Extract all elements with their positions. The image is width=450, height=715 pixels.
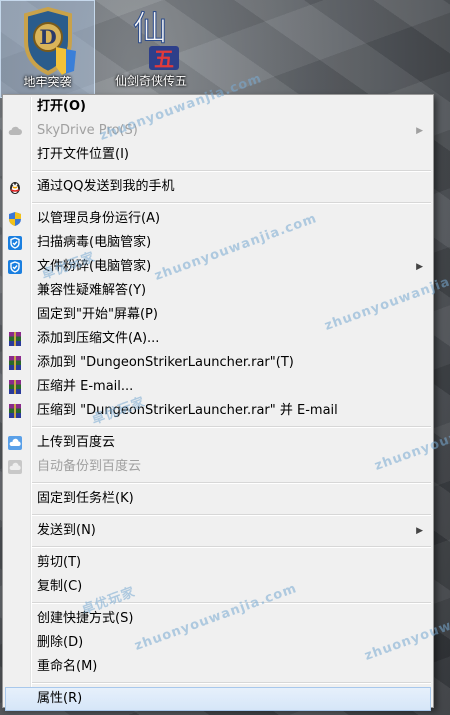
menu-item-发送到[interactable]: 发送到(N) ▶	[3, 519, 433, 543]
menu-item-压缩并-e-mail[interactable]: 压缩并 E-mail...	[3, 375, 433, 399]
menu-item-剪切[interactable]: 剪切(T)	[3, 551, 433, 575]
winrar-icon	[7, 355, 23, 371]
menu-item-属性[interactable]: 属性(R)	[5, 687, 431, 711]
baidu-backup-icon	[7, 459, 23, 475]
menu-item-label: 以管理员身份运行(A)	[37, 211, 161, 226]
menu-item-label: 打开文件位置(I)	[37, 147, 129, 162]
menu-separator	[31, 482, 431, 484]
submenu-arrow-icon: ▶	[416, 126, 423, 136]
menu-separator	[31, 546, 431, 548]
menu-item-添加到压缩文件[interactable]: 添加到压缩文件(A)...	[3, 327, 433, 351]
uac-shield-icon	[7, 211, 23, 227]
menu-item-label: 通过QQ发送到我的手机	[37, 179, 175, 194]
menu-item-label: 剪切(T)	[37, 555, 82, 570]
winrar-icon	[7, 403, 23, 419]
submenu-arrow-icon: ▶	[416, 262, 423, 272]
menu-item-label: 打开(O)	[37, 99, 86, 114]
menu-item-label: 固定到"开始"屏幕(P)	[37, 307, 158, 322]
tencent-guard-icon	[7, 259, 23, 275]
menu-item-label: 扫描病毒(电脑管家)	[37, 235, 152, 250]
desktop-icon-label: 仙剑奇侠传五	[114, 74, 187, 88]
menu-separator	[31, 426, 431, 428]
tencent-guard-icon	[7, 235, 23, 251]
svg-text:五: 五	[154, 47, 174, 71]
menu-item-label: 重命名(M)	[37, 659, 98, 674]
menu-item-打开文件位置[interactable]: 打开文件位置(I)	[3, 143, 433, 167]
menu-separator	[31, 514, 431, 516]
qq-penguin-icon	[7, 179, 23, 195]
menu-item-label: 兼容性疑难解答(Y)	[37, 283, 147, 298]
menu-item-label: 压缩到 "DungeonStrikerLauncher.rar" 并 E-mai…	[37, 403, 338, 418]
menu-item-label: 复制(C)	[37, 579, 83, 594]
menu-item-以管理员身份运行[interactable]: 以管理员身份运行(A)	[3, 207, 433, 231]
dungeon-striker-shield-icon: D	[16, 6, 80, 77]
svg-text:D: D	[39, 25, 56, 49]
menu-item-label: 固定到任务栏(K)	[37, 491, 134, 506]
menu-item-固定到任务栏[interactable]: 固定到任务栏(K)	[3, 487, 433, 511]
menu-item-label: 发送到(N)	[37, 523, 96, 538]
desktop-icon-dungeon-striker[interactable]: D 地牢突袭	[0, 0, 95, 98]
baidu-cloud-icon	[7, 435, 23, 451]
menu-separator	[31, 202, 431, 204]
desktop-icon-xianjian[interactable]: 仙 五 仙剑奇侠传五	[103, 0, 199, 96]
menu-separator	[31, 682, 431, 684]
menu-item-压缩到-dungeonstrikerlauncher-rar-并-e-mail[interactable]: 压缩到 "DungeonStrikerLauncher.rar" 并 E-mai…	[3, 399, 433, 423]
menu-item-label: 添加到压缩文件(A)...	[37, 331, 160, 346]
menu-item-skydrive-pro: SkyDrive Pro(S) ▶	[3, 119, 433, 143]
menu-item-自动备份到百度云: 自动备份到百度云	[3, 455, 433, 479]
menu-separator	[31, 170, 431, 172]
menu-item-label: 压缩并 E-mail...	[37, 379, 134, 394]
winrar-icon	[7, 331, 23, 347]
menu-item-通过qq发送到我的手机[interactable]: 通过QQ发送到我的手机	[3, 175, 433, 199]
winrar-icon	[7, 379, 23, 395]
xianjian-game-icon: 仙 五	[119, 6, 183, 76]
menu-item-添加到-dungeonstrikerlauncher-rar[interactable]: 添加到 "DungeonStrikerLauncher.rar"(T)	[3, 351, 433, 375]
menu-item-复制[interactable]: 复制(C)	[3, 575, 433, 599]
menu-item-上传到百度云[interactable]: 上传到百度云	[3, 431, 433, 455]
svg-text:仙: 仙	[133, 9, 167, 49]
menu-item-label: 自动备份到百度云	[37, 459, 142, 474]
menu-item-label: 删除(D)	[37, 635, 84, 650]
cloud-icon	[7, 123, 23, 139]
menu-item-label: 属性(R)	[37, 691, 83, 706]
submenu-arrow-icon: ▶	[416, 526, 423, 536]
menu-item-label: 添加到 "DungeonStrikerLauncher.rar"(T)	[37, 355, 294, 370]
menu-item-label: 上传到百度云	[37, 435, 116, 450]
menu-item-兼容性疑难解答[interactable]: 兼容性疑难解答(Y)	[3, 279, 433, 303]
